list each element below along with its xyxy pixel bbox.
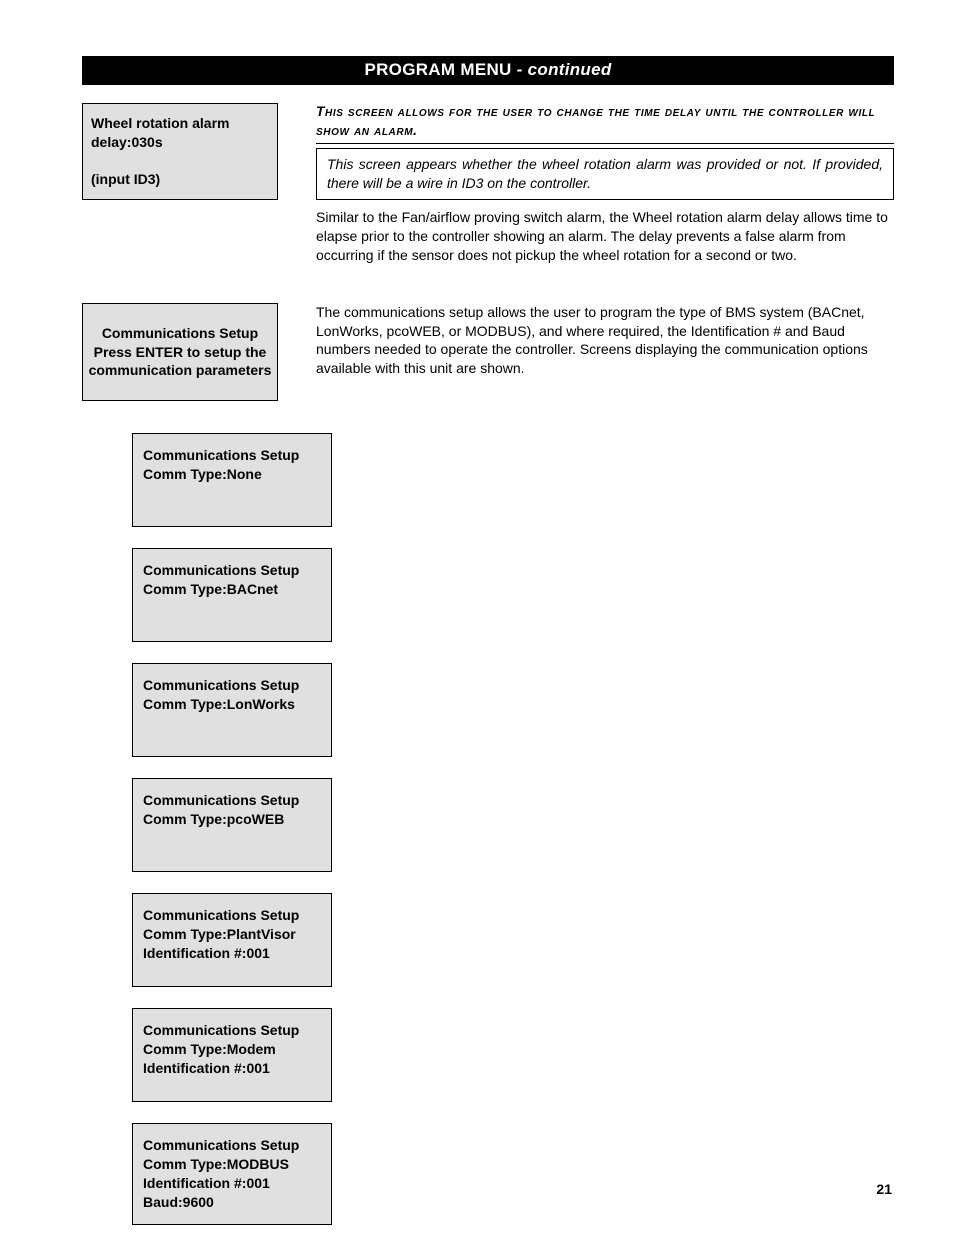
wheel-callout: This screen allows for the user to chang… xyxy=(316,103,894,144)
l3: Identification #:001 xyxy=(143,944,321,963)
screen-wheel-rotation: Wheel rotation alarm delay:030s (input I… xyxy=(82,103,278,200)
screen-comm-lonworks: Communications Setup Comm Type:LonWorks xyxy=(132,663,332,757)
wheel-line2: delay:030s xyxy=(91,133,269,152)
title-continued: continued xyxy=(528,60,612,79)
title-main: PROGRAM MENU - xyxy=(364,60,527,79)
l2: Comm Type:None xyxy=(143,465,321,484)
comm-line1: Communications Setup xyxy=(87,324,273,343)
l3: Identification #:001 xyxy=(143,1059,321,1078)
l1: Communications Setup xyxy=(143,1136,321,1155)
screen-comm-setup: Communications Setup Press ENTER to setu… xyxy=(82,303,278,402)
l2: Comm Type:Modem xyxy=(143,1040,321,1059)
screen-comm-bacnet: Communications Setup Comm Type:BACnet xyxy=(132,548,332,642)
wheel-line1: Wheel rotation alarm xyxy=(91,114,269,133)
screen-comm-modem: Communications Setup Comm Type:Modem Ide… xyxy=(132,1008,332,1102)
page-number: 21 xyxy=(876,1181,892,1197)
section-title-bar: PROGRAM MENU - continued xyxy=(82,56,894,85)
screen-comm-plantvisor: Communications Setup Comm Type:PlantViso… xyxy=(132,893,332,987)
l1: Communications Setup xyxy=(143,561,321,580)
l1: Communications Setup xyxy=(143,906,321,925)
wheel-line3: (input ID3) xyxy=(91,170,269,189)
comm-line3: communication parameters xyxy=(87,361,273,380)
wheel-explanation: This screen allows for the user to chang… xyxy=(316,103,894,265)
screen-comm-modbus: Communications Setup Comm Type:MODBUS Id… xyxy=(132,1123,332,1225)
wheel-body: Similar to the Fan/airflow proving switc… xyxy=(316,208,894,265)
l2: Comm Type:MODBUS xyxy=(143,1155,321,1174)
l2: Comm Type:BACnet xyxy=(143,580,321,599)
l1: Communications Setup xyxy=(143,676,321,695)
row-communications: Communications Setup Press ENTER to setu… xyxy=(82,303,894,402)
screen-comm-none: Communications Setup Comm Type:None xyxy=(132,433,332,527)
page: PROGRAM MENU - continued Wheel rotation … xyxy=(0,0,954,1235)
comm-screens-stack: Communications Setup Comm Type:None Comm… xyxy=(132,433,894,1225)
l1: Communications Setup xyxy=(143,791,321,810)
l4: Baud:9600 xyxy=(143,1193,321,1212)
l1: Communications Setup xyxy=(143,446,321,465)
comm-explanation: The communications setup allows the user… xyxy=(316,303,894,379)
l2: Comm Type:pcoWEB xyxy=(143,810,321,829)
l2: Comm Type:PlantVisor xyxy=(143,925,321,944)
l3: Identification #:001 xyxy=(143,1174,321,1193)
screen-comm-pcoweb: Communications Setup Comm Type:pcoWEB xyxy=(132,778,332,872)
row-wheel-rotation: Wheel rotation alarm delay:030s (input I… xyxy=(82,103,894,265)
l2: Comm Type:LonWorks xyxy=(143,695,321,714)
wheel-note: This screen appears whether the wheel ro… xyxy=(316,148,894,200)
l1: Communications Setup xyxy=(143,1021,321,1040)
comm-body: The communications setup allows the user… xyxy=(316,303,894,379)
comm-line2: Press ENTER to setup the xyxy=(87,343,273,362)
